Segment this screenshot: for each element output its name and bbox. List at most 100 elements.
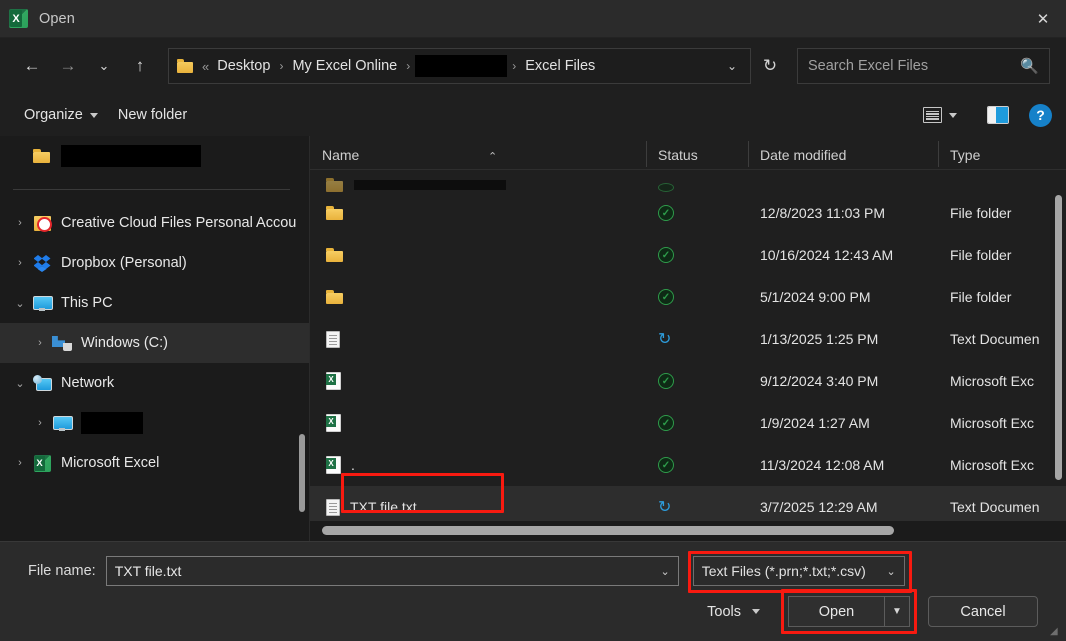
file-date-cell: 12/8/2023 11:03 PM [760,205,886,221]
file-name-label: File name: [28,563,96,579]
open-button-wrap: Open ▼ [781,589,917,634]
sidebar-item-redacted-folder[interactable] [0,136,309,176]
file-type-filter[interactable]: Text Files (*.prn;*.txt;*.csv) ⌄ [692,556,905,586]
open-split-button[interactable]: Open ▼ [788,596,910,627]
twisty-icon[interactable]: ⌄ [8,297,32,310]
tools-button[interactable]: Tools [697,598,770,626]
chevron-down-icon[interactable]: ⌄ [886,565,895,578]
sidebar-item-label: Microsoft Excel [61,455,160,471]
status-syncing-icon: ↻ [658,331,672,348]
file-name-input[interactable]: TXT file.txt ⌄ [105,556,679,586]
file-type-cell: Microsoft Exc [950,415,1035,431]
twisty-icon[interactable]: › [28,337,52,349]
status-synced-icon: ✓ [658,415,674,431]
file-date-cell: 11/3/2024 12:08 AM [760,457,885,473]
close-icon[interactable]: ✕ [1020,0,1066,37]
help-icon[interactable]: ? [1029,103,1052,127]
file-type-cell: Text Documen [950,499,1040,515]
twisty-icon[interactable]: › [8,457,32,469]
file-type-cell: File folder [950,289,1012,305]
breadcrumb-item-desktop[interactable]: Desktop [213,55,274,77]
change-view-button[interactable] [917,103,963,127]
status-synced-icon: ✓ [658,247,674,263]
sidebar-scrollbar[interactable] [299,434,305,512]
file-name-cell [310,244,646,266]
breadcrumb-item-redacted[interactable] [415,55,508,77]
table-row[interactable]: ✓ 5/1/2024 9:00 PM File folder [310,276,1066,318]
chevron-down-icon[interactable]: ⌄ [718,50,746,82]
up-button[interactable]: ↑ [122,49,158,83]
excel-document-icon [326,372,341,390]
file-name-value: TXT file.txt [114,563,182,579]
address-bar[interactable]: « Desktop › My Excel Online › › Excel Fi… [168,48,751,84]
file-name-label: . [351,457,355,473]
chevron-down-icon[interactable]: ⌄ [660,565,669,578]
column-label: Name [322,147,360,163]
text-document-icon [326,330,340,348]
table-row[interactable]: ✓ 9/12/2024 3:40 PM Microsoft Exc [310,360,1066,402]
list-view-icon [923,107,942,123]
folder-icon [32,149,52,163]
sidebar-item-network[interactable]: ⌄ Network [0,363,309,403]
preview-pane-icon [987,106,1009,124]
dropbox-icon [32,255,52,272]
creative-cloud-icon [32,215,52,232]
recent-locations-button[interactable]: ⌄ [86,49,122,83]
status-synced-icon [658,183,674,192]
file-date-cell: 10/16/2024 12:43 AM [760,247,894,263]
table-row-selected[interactable]: TXT file.txt ↻ 3/7/2025 12:29 AM Text Do… [310,486,1066,521]
file-name-cell [310,414,646,432]
horizontal-scrollbar-track[interactable] [310,521,1066,541]
column-header-name[interactable]: Name ⌃ [310,147,646,163]
organize-button[interactable]: Organize [14,102,108,128]
sidebar-item-creative-cloud[interactable]: › Creative Cloud Files Personal Accou [0,203,309,243]
sidebar-item-this-pc[interactable]: ⌄ This PC [0,283,309,323]
breadcrumb-item-excel-files[interactable]: Excel Files [521,55,599,77]
cancel-button[interactable]: Cancel [928,596,1038,627]
breadcrumb-separator: › [279,59,284,73]
table-row[interactable]: ✓ 1/9/2024 1:27 AM Microsoft Exc [310,402,1066,444]
sidebar-item-dropbox[interactable]: › Dropbox (Personal) [0,243,309,283]
search-box[interactable]: 🔍 [797,48,1050,84]
tools-label: Tools [707,603,741,620]
new-folder-button[interactable]: New folder [108,102,197,128]
twisty-icon[interactable]: › [28,417,52,429]
sidebar-item-microsoft-excel[interactable]: › Microsoft Excel [0,443,309,483]
table-row[interactable]: ✓ 10/16/2024 12:43 AM File folder [310,234,1066,276]
table-row[interactable] [310,170,1066,192]
breadcrumb-item-my-excel-online[interactable]: My Excel Online [288,55,401,77]
preview-pane-button[interactable] [981,102,1015,128]
column-header-status[interactable]: Status [646,141,748,167]
folder-icon [326,206,344,220]
resize-grip-icon[interactable]: ◢ [1050,626,1062,638]
file-name-cell [310,372,646,390]
sidebar-item-network-computer[interactable]: › [0,403,309,443]
file-date-cell: 1/13/2025 1:25 PM [760,331,879,347]
forward-button[interactable]: → [50,49,86,83]
file-date-cell: 5/1/2024 9:00 PM [760,289,871,305]
table-row[interactable]: ✓ 12/8/2023 11:03 PM File folder [310,192,1066,234]
open-dropdown-button[interactable]: ▼ [884,596,910,627]
horizontal-scrollbar-thumb[interactable] [322,526,894,535]
back-button[interactable]: ← [14,49,50,83]
table-row[interactable]: . ✓ 11/3/2024 12:08 AM Microsoft Exc [310,444,1066,486]
breadcrumb-overflow-icon[interactable]: « [202,59,209,74]
refresh-icon[interactable]: ↻ [753,49,787,83]
search-input[interactable] [808,58,1017,74]
twisty-icon[interactable]: ⌄ [8,377,32,390]
twisty-icon[interactable]: › [8,257,32,269]
file-status-cell [646,183,748,192]
status-synced-icon: ✓ [658,457,674,473]
twisty-icon[interactable]: › [8,217,32,229]
table-row[interactable]: ↻ 1/13/2025 1:25 PM Text Documen [310,318,1066,360]
sidebar-item-label [61,145,201,167]
column-header-type[interactable]: Type [938,141,1048,167]
column-header-date-modified[interactable]: Date modified [748,141,938,167]
sidebar-item-windows-c[interactable]: › Windows (C:) [0,323,309,363]
file-status-cell: ✓ [646,247,748,263]
file-list-scrollbar[interactable] [1055,195,1062,480]
open-button[interactable]: Open [788,596,884,627]
file-name-row: File name: TXT file.txt ⌄ Text Files (*.… [28,551,1038,593]
network-icon [32,375,52,391]
navigation-bar: ← → ⌄ ↑ « Desktop › My Excel Online › › … [0,38,1066,94]
